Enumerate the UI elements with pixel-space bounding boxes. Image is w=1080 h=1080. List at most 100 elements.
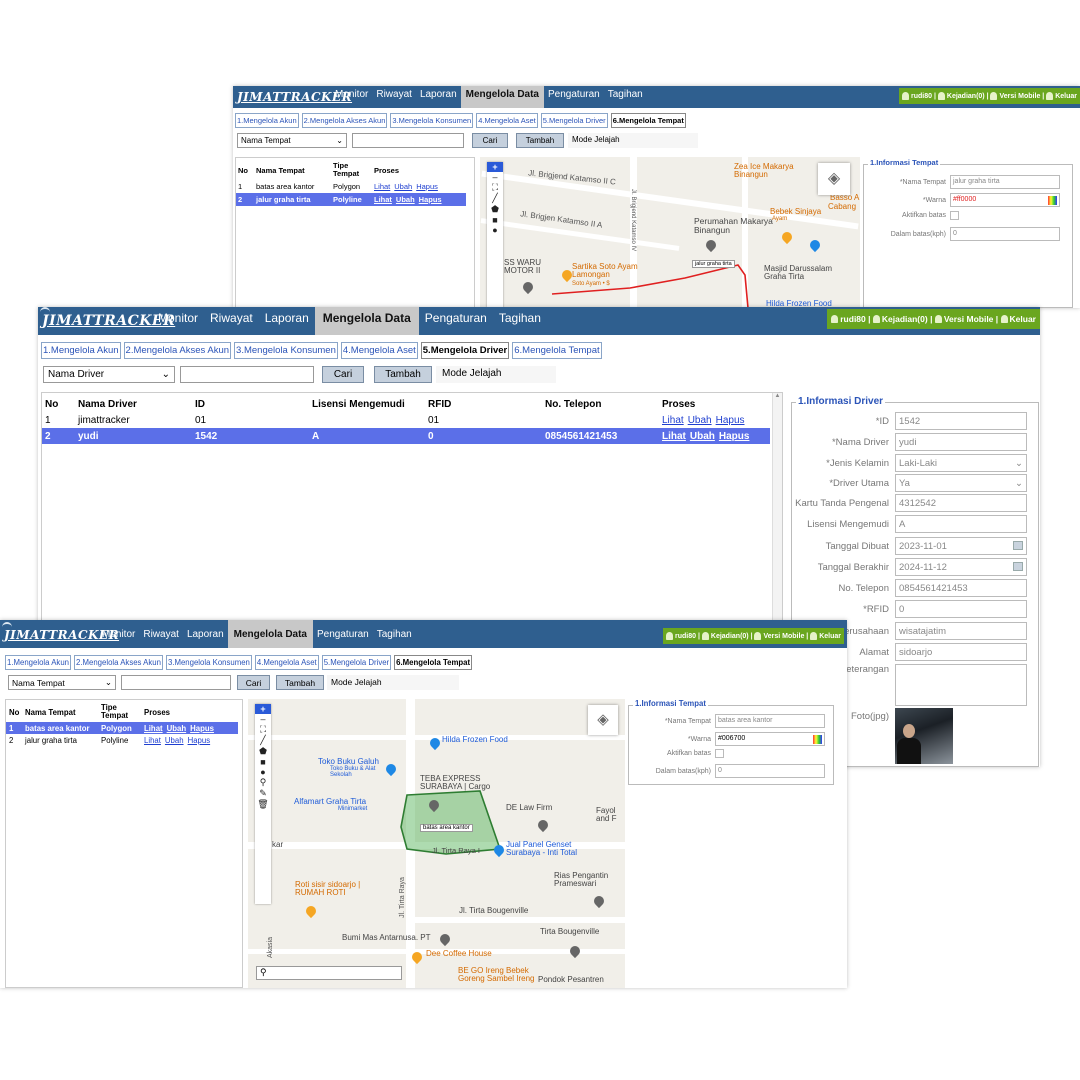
map-area[interactable]: Hilda Frozen Food Toko Buku Galuh Toko B…	[248, 699, 625, 988]
menu-tagihan[interactable]: Tagihan	[604, 86, 647, 108]
tanggal-berakhir-input[interactable]: 2024-11-12	[895, 558, 1027, 576]
hapus-link[interactable]: Hapus	[719, 431, 750, 442]
mobile-link[interactable]: Versi Mobile	[944, 314, 994, 324]
lihat-link[interactable]: Lihat	[374, 182, 390, 191]
menu-mengelola-data[interactable]: Mengelola Data	[227, 620, 313, 648]
mode-jelajah[interactable]: Mode Jelajah	[568, 133, 698, 148]
menu-laporan[interactable]: Laporan	[416, 86, 461, 108]
mobile-link[interactable]: Versi Mobile	[763, 633, 804, 640]
ktp-input[interactable]: 4312542	[895, 494, 1027, 512]
zoom-in-button[interactable]: +	[255, 704, 271, 714]
search-input[interactable]	[352, 133, 464, 148]
layers-button[interactable]: ◈	[588, 705, 618, 735]
tambah-button[interactable]: Tambah	[516, 133, 564, 148]
menu-mengelola-data[interactable]: Mengelola Data	[314, 307, 419, 335]
menu-monitor[interactable]: Monitor	[331, 86, 372, 108]
mode-jelajah[interactable]: Mode Jelajah	[327, 675, 459, 690]
rfid-input[interactable]: 0	[895, 600, 1027, 618]
tab-driver[interactable]: 5.Mengelola Driver	[321, 655, 392, 670]
kejadian-link[interactable]: Kejadian(0)	[711, 633, 749, 640]
fullscreen-icon[interactable]: ⛶	[260, 724, 266, 735]
draw-polygon-icon[interactable]: ⬟	[491, 204, 499, 215]
kejadian-link[interactable]: Kejadian(0)	[947, 93, 985, 100]
tab-driver[interactable]: 5.Mengelola Driver	[540, 113, 608, 128]
perusahaan-input[interactable]: wisatajatim	[895, 622, 1027, 640]
menu-laporan[interactable]: Laporan	[183, 620, 228, 648]
fullscreen-icon[interactable]: ⛶	[492, 182, 498, 193]
menu-pengaturan[interactable]: Pengaturan	[313, 620, 373, 648]
color-picker-icon[interactable]	[1048, 196, 1057, 205]
table-row-selected[interactable]: 2 yudi 1542 A 0 0854561421453 Lihat Ubah H…	[42, 428, 770, 444]
tab-akun[interactable]: 1.Mengelola Akun	[235, 113, 299, 128]
ubah-link[interactable]: Ubah	[688, 415, 712, 426]
user-link[interactable]: rudi80	[911, 93, 932, 100]
cari-button[interactable]: Cari	[237, 675, 270, 690]
tab-driver[interactable]: 5.Mengelola Driver	[420, 342, 510, 359]
hapus-link[interactable]: Hapus	[716, 415, 745, 426]
search-input[interactable]	[180, 366, 314, 383]
menu-monitor[interactable]: Monitor	[152, 307, 204, 335]
kejadian-link[interactable]: Kejadian(0)	[882, 314, 928, 324]
zoom-out-button[interactable]: –	[260, 714, 265, 724]
ubah-link[interactable]: Ubah	[165, 736, 184, 745]
tab-akun[interactable]: 1.Mengelola Akun	[5, 655, 71, 670]
draw-line-icon[interactable]: ╱	[492, 193, 497, 204]
tambah-button[interactable]: Tambah	[374, 366, 432, 383]
calendar-icon[interactable]	[1013, 541, 1023, 550]
menu-mengelola-data[interactable]: Mengelola Data	[460, 86, 544, 108]
layers-button[interactable]: ◈	[818, 163, 850, 195]
map-search-input[interactable]: ⚲	[256, 966, 402, 980]
hapus-link[interactable]: Hapus	[190, 724, 214, 733]
driver-utama-select[interactable]: Ya ⌄	[895, 474, 1027, 492]
tab-aset[interactable]: 4.Mengelola Aset	[476, 113, 538, 128]
search-input[interactable]	[121, 675, 231, 690]
menu-tagihan[interactable]: Tagihan	[373, 620, 416, 648]
tab-aset[interactable]: 4.Mengelola Aset	[340, 342, 418, 359]
mode-jelajah[interactable]: Mode Jelajah	[436, 366, 556, 383]
keterangan-textarea[interactable]	[895, 664, 1027, 706]
tab-konsumen[interactable]: 3.Mengelola Konsumen	[390, 113, 474, 128]
menu-riwayat[interactable]: Riwayat	[372, 86, 416, 108]
tab-konsumen[interactable]: 3.Mengelola Konsumen	[234, 342, 338, 359]
draw-rectangle-icon[interactable]: ■	[492, 215, 497, 225]
tab-akun[interactable]: 1.Mengelola Akun	[41, 342, 121, 359]
hapus-link[interactable]: Hapus	[416, 182, 438, 191]
draw-circle-icon[interactable]: ●	[492, 225, 497, 235]
nama-tempat-input[interactable]: jalur graha tirta	[950, 175, 1060, 189]
menu-laporan[interactable]: Laporan	[259, 307, 315, 335]
zoom-out-button[interactable]: –	[492, 172, 497, 182]
lihat-link[interactable]: Lihat	[662, 431, 686, 442]
aktifkan-batas-checkbox[interactable]	[950, 211, 959, 220]
table-row[interactable]: 1 batas area kantor Polygon Lihat Ubah Hap…	[236, 180, 466, 193]
ubah-link[interactable]: Ubah	[394, 182, 412, 191]
aktifkan-batas-checkbox[interactable]	[715, 749, 724, 758]
table-row-selected[interactable]: 2 jalur graha tirta Polyline Lihat Ubah Ha…	[236, 193, 466, 206]
logout-link[interactable]: Keluar	[1010, 314, 1036, 324]
draw-line-icon[interactable]: ╱	[260, 735, 265, 746]
edit-icon[interactable]: ✎	[259, 788, 267, 799]
id-input[interactable]: 1542	[895, 412, 1027, 430]
menu-riwayat[interactable]: Riwayat	[204, 307, 259, 335]
nama-tempat-input[interactable]: batas area kantor	[715, 714, 825, 728]
menu-riwayat[interactable]: Riwayat	[139, 620, 183, 648]
tanggal-dibuat-input[interactable]: 2023-11-01	[895, 537, 1027, 555]
tab-akses-akun[interactable]: 2.Mengelola Akses Akun	[301, 113, 388, 128]
user-link[interactable]: rudi80	[840, 314, 866, 324]
calendar-icon[interactable]	[1013, 562, 1023, 571]
filter-select[interactable]: Nama Driver ⌄	[43, 366, 175, 383]
table-row-selected[interactable]: 1 batas area kantor Polygon Lihat Ubah Hap…	[6, 722, 238, 734]
tab-akses-akun[interactable]: 2.Mengelola Akses Akun	[123, 342, 232, 359]
jenis-kelamin-select[interactable]: Laki-Laki ⌄	[895, 454, 1027, 472]
driver-photo[interactable]	[895, 708, 953, 764]
tab-konsumen[interactable]: 3.Mengelola Konsumen	[165, 655, 252, 670]
hapus-link[interactable]: Hapus	[188, 736, 211, 745]
tab-aset[interactable]: 4.Mengelola Aset	[254, 655, 319, 670]
ubah-link[interactable]: Ubah	[690, 431, 715, 442]
telepon-input[interactable]: 0854561421453	[895, 579, 1027, 597]
mobile-link[interactable]: Versi Mobile	[999, 93, 1040, 100]
table-row[interactable]: 1 jimattracker 01 01 Lihat Ubah Hapus	[42, 412, 770, 428]
lihat-link[interactable]: Lihat	[144, 724, 163, 733]
warna-input[interactable]: #006700	[715, 732, 825, 746]
menu-tagihan[interactable]: Tagihan	[493, 307, 547, 335]
marker-icon[interactable]: ⚲	[260, 777, 267, 788]
